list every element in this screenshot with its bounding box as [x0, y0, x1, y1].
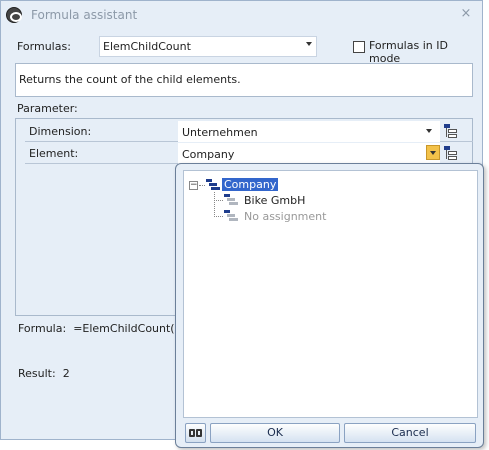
close-button[interactable]: × [458, 6, 474, 22]
cancel-button[interactable]: Cancel [344, 423, 476, 443]
param-row-element: Element: Company [25, 143, 473, 164]
formulas-label: Formulas: [17, 40, 71, 53]
formula-select[interactable]: ElemChildCount [99, 36, 317, 57]
param-name: Dimension: [29, 125, 92, 138]
param-row-dimension: Dimension: Unternehmen [25, 121, 473, 142]
hierarchy-icon [444, 124, 450, 128]
title-bar: Formula assistant × [1, 1, 482, 29]
formula-select-value: ElemChildCount [103, 40, 191, 53]
description-text: Returns the count of the child elements. [19, 73, 241, 86]
formula-label: Formula: [18, 322, 67, 335]
element-select-value: Company [182, 148, 235, 161]
chevron-down-icon [306, 42, 312, 46]
parameter-label: Parameter: [17, 102, 78, 115]
result-label: Result: [18, 367, 56, 380]
result-value: 2 [62, 367, 70, 380]
element-select[interactable]: Company [178, 143, 440, 164]
dimension-select-value: Unternehmen [182, 126, 258, 139]
chevron-down-icon [430, 151, 436, 155]
tree-node-bike-gmbh[interactable]: Bike GmbH [244, 194, 305, 207]
chevron-down-icon [426, 129, 432, 133]
dimension-tree-button[interactable] [443, 123, 459, 140]
id-mode-label[interactable]: Formulas in ID mode [369, 39, 482, 65]
binoculars-icon [189, 429, 195, 437]
hierarchy-icon [224, 194, 238, 206]
dimension-select[interactable]: Unternehmen [178, 121, 440, 142]
element-tree-button[interactable] [443, 145, 459, 162]
tree-node-no-assignment[interactable]: No assignment [244, 210, 326, 223]
result-line: Result: 2 [18, 367, 70, 380]
hierarchy-icon [444, 146, 450, 150]
param-name: Element: [29, 147, 79, 160]
id-mode-checkbox[interactable] [353, 41, 365, 53]
window-title: Formula assistant [31, 8, 138, 22]
ok-button[interactable]: OK [210, 423, 340, 443]
element-dropdown-button[interactable] [426, 145, 440, 160]
hierarchy-icon [224, 210, 238, 222]
collapse-toggle[interactable]: − [189, 181, 198, 190]
description-box: Returns the count of the child elements. [15, 63, 473, 97]
formula-line: Formula: =ElemChildCount("Un [18, 322, 195, 335]
tree-node-company[interactable]: Company [222, 178, 279, 191]
search-button[interactable] [185, 423, 206, 443]
element-picker-popup: − Company Bike GmbH No assignment OK Can… [175, 163, 484, 448]
element-tree: − Company Bike GmbH No assignment [183, 170, 478, 418]
hierarchy-icon [206, 179, 220, 191]
app-logo-icon [6, 7, 22, 23]
